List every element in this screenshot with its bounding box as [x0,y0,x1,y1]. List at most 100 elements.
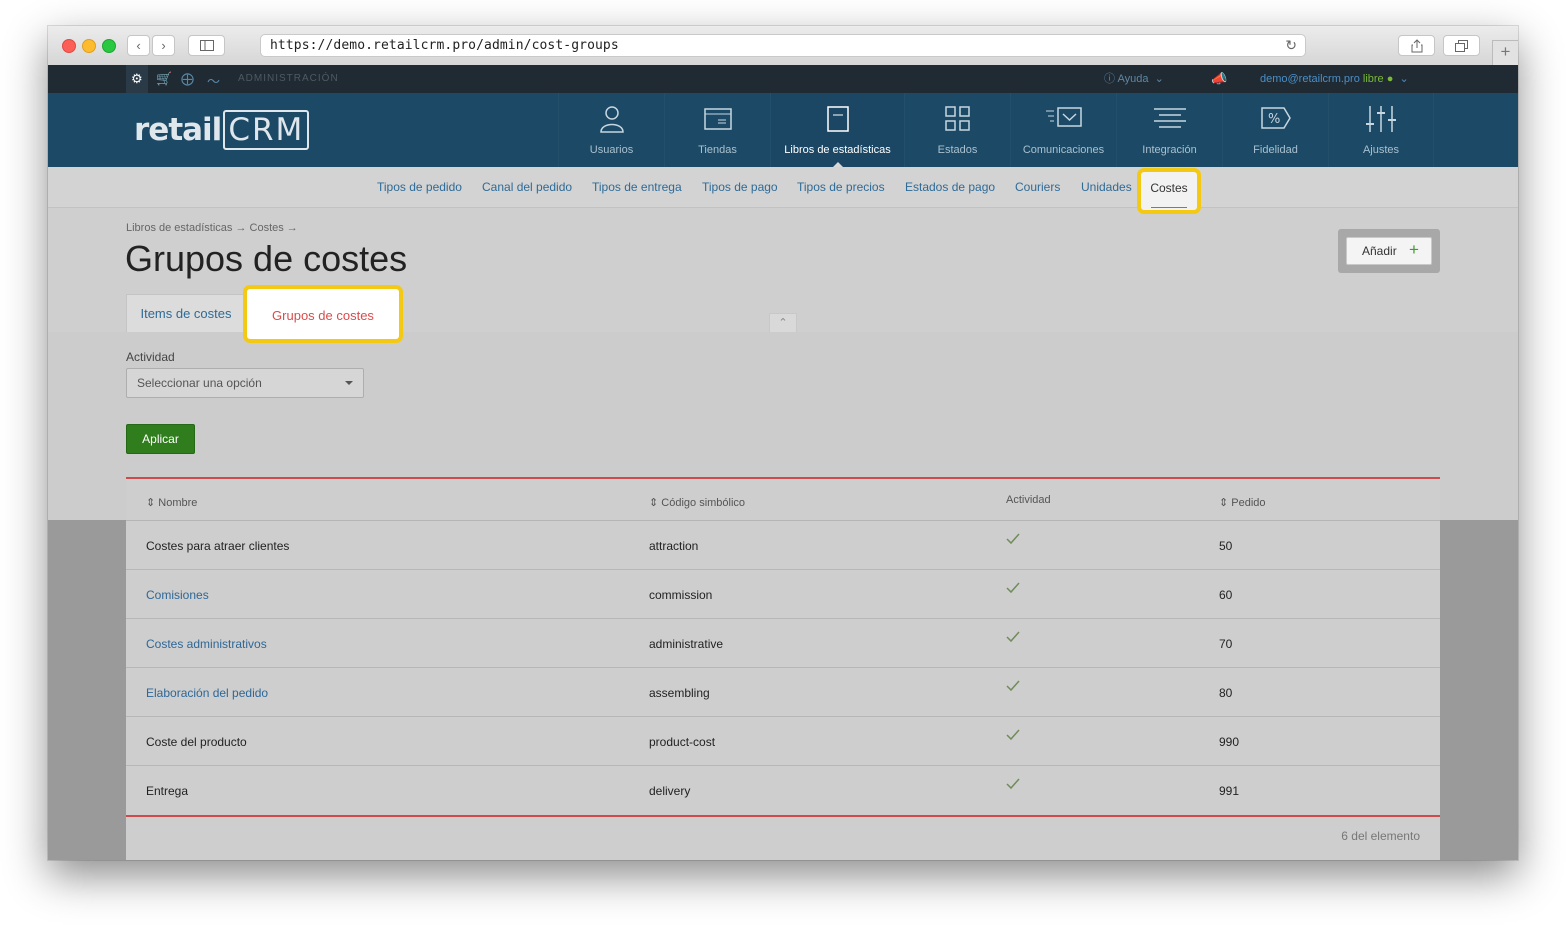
nav-label: Fidelidad [1253,144,1298,156]
actividad-select[interactable]: Seleccionar una opción [126,368,364,398]
cell-code: delivery [649,784,691,798]
user-menu[interactable]: demo@retailcrm.pro libre ● ⌄ [1260,72,1409,85]
add-button-wrapper: Añadir + [1338,229,1440,273]
cart-icon[interactable]: 🛒 [156,71,172,87]
tab-grupos-de-costes[interactable]: Grupos de costes [243,285,403,343]
cell-name-link[interactable]: Elaboración del pedido [146,686,268,700]
table-row[interactable]: Entrega delivery 991 [126,766,1440,815]
nav-label: Integración [1142,144,1197,156]
minimize-window-icon[interactable] [82,39,96,53]
subnav-tipos-de-precios[interactable]: Tipos de precios [797,180,885,194]
cell-name[interactable]: Costes para atraer clientes [146,539,289,553]
nav-libros-de-estadisticas[interactable]: Libros de estadísticas [770,93,904,167]
reload-icon[interactable]: ↻ [1285,37,1297,54]
logo-text: retail [134,112,222,148]
nav-label: Ajustes [1362,144,1400,156]
select-placeholder: Seleccionar una opción [137,376,262,390]
retailcrm-logo[interactable]: retail CRM [134,110,310,150]
subnav-tipos-de-pedido[interactable]: Tipos de pedido [377,180,462,194]
sort-icon: ⇕ [649,497,659,509]
help-link[interactable]: ⓘ Ayuda ⌄ [1104,70,1164,86]
gear-icon[interactable]: ⚙ [131,71,143,87]
subnav-unidades[interactable]: Unidades [1081,180,1132,194]
collapse-chevron-up-icon[interactable]: ⌃ [769,313,797,332]
add-button-label: Añadir [1362,244,1397,258]
user-icon [559,105,664,133]
cell-name-link[interactable]: Costes administrativos [146,637,267,651]
cell-code: assembling [649,686,710,700]
plus-icon: + [1409,240,1419,259]
table-row[interactable]: Comisiones commission 60 [126,570,1440,619]
cost-groups-table: ⇕ Nombre ⇕ Código simbólico Actividad ⇕ … [126,477,1440,860]
nav-integracion[interactable]: Integración [1116,93,1222,167]
mail-icon [1011,105,1116,133]
nav-comunicaciones[interactable]: Comunicaciones [1010,93,1116,167]
main-navigation: retail CRM Usuarios Tiendas Libros de est… [48,93,1518,167]
store-icon [665,105,770,133]
close-window-icon[interactable] [62,39,76,53]
nav-ajustes[interactable]: Ajustes [1328,93,1434,167]
cell-name[interactable]: Coste del producto [146,735,247,749]
status-dot-icon: ● [1386,73,1394,85]
nav-estados[interactable]: Estados [904,93,1010,167]
check-icon [1006,582,1020,594]
logo-boxed-text: CRM [223,110,310,150]
back-icon[interactable]: ‹ [127,35,150,56]
table-row[interactable]: Costes para atraer clientes attraction 5… [126,521,1440,570]
nav-usuarios[interactable]: Usuarios [558,93,664,167]
new-tab-icon[interactable]: + [1492,40,1518,65]
cell-code: commission [649,588,713,602]
check-icon [1006,533,1020,545]
column-header-label: Nombre [158,497,198,509]
chart-icon[interactable]: 〜 [207,71,220,90]
cell-order: 991 [1219,784,1240,798]
caret-down-icon [345,381,353,385]
apply-button[interactable]: Aplicar [126,424,195,454]
cell-code: administrative [649,637,724,651]
cell-name[interactable]: Entrega [146,784,188,798]
table-header: ⇕ Nombre ⇕ Código simbólico Actividad ⇕ … [126,479,1440,521]
browser-window: ‹ › https://demo.retailcrm.pro/admin/cos… [48,26,1518,860]
check-icon [1006,680,1020,692]
add-button[interactable]: Añadir + [1346,237,1432,265]
subnav-tipos-de-pago[interactable]: Tipos de pago [702,180,778,194]
target-icon[interactable]: ⨁ [181,71,194,87]
forward-icon[interactable]: › [152,35,175,56]
column-header-label: Código simbólico [661,497,746,509]
nav-fidelidad[interactable]: % Fidelidad [1222,93,1328,167]
integration-icon [1117,105,1222,133]
address-bar[interactable]: https://demo.retailcrm.pro/admin/cost-gr… [260,34,1306,57]
svg-text:%: % [1268,112,1280,127]
tabs-overview-icon[interactable] [1443,35,1480,56]
sort-nombre[interactable]: ⇕ Nombre [146,496,197,509]
table-row[interactable]: Costes administrativos administrative 70 [126,619,1440,668]
subnav-tipos-de-entrega[interactable]: Tipos de entrega [592,180,682,194]
admin-bar: ⚙ 🛒 ⨁ 〜 ADMINISTRACIÓN ⓘ Ayuda ⌄ 📣 demo@… [48,65,1518,93]
percent-icon: % [1223,105,1328,133]
sort-codigo-simbolico[interactable]: ⇕ Código simbólico [649,496,745,509]
table-row[interactable]: Elaboración del pedido assembling 80 [126,668,1440,717]
page-title: Grupos de costes [125,238,408,279]
breadcrumb[interactable]: Libros de estadísticas → Costes → [126,222,298,234]
user-plan: libre [1362,73,1384,85]
subnav-costes[interactable]: Costes [1137,168,1201,214]
nav-label: Comunicaciones [1022,144,1105,156]
share-icon[interactable] [1398,35,1435,56]
megaphone-icon[interactable]: 📣 [1211,71,1227,87]
tab-items-de-costes[interactable]: Items de costes [126,294,246,332]
sliders-icon [1329,105,1433,133]
check-icon [1006,778,1020,790]
sidebar-toggle-icon[interactable] [188,35,225,56]
sort-pedido[interactable]: ⇕ Pedido [1219,496,1266,509]
maximize-window-icon[interactable] [102,39,116,53]
subnav-canal-del-pedido[interactable]: Canal del pedido [482,180,572,194]
nav-tiendas[interactable]: Tiendas [664,93,770,167]
sort-icon: ⇕ [1219,497,1229,509]
nav-label: Estados [937,144,978,156]
states-icon [905,105,1010,133]
cell-name-link[interactable]: Comisiones [146,588,209,602]
subnav-estados-de-pago[interactable]: Estados de pago [905,180,995,194]
cell-order: 990 [1219,735,1240,749]
table-row[interactable]: Coste del producto product-cost 990 [126,717,1440,766]
subnav-couriers[interactable]: Couriers [1015,180,1060,194]
